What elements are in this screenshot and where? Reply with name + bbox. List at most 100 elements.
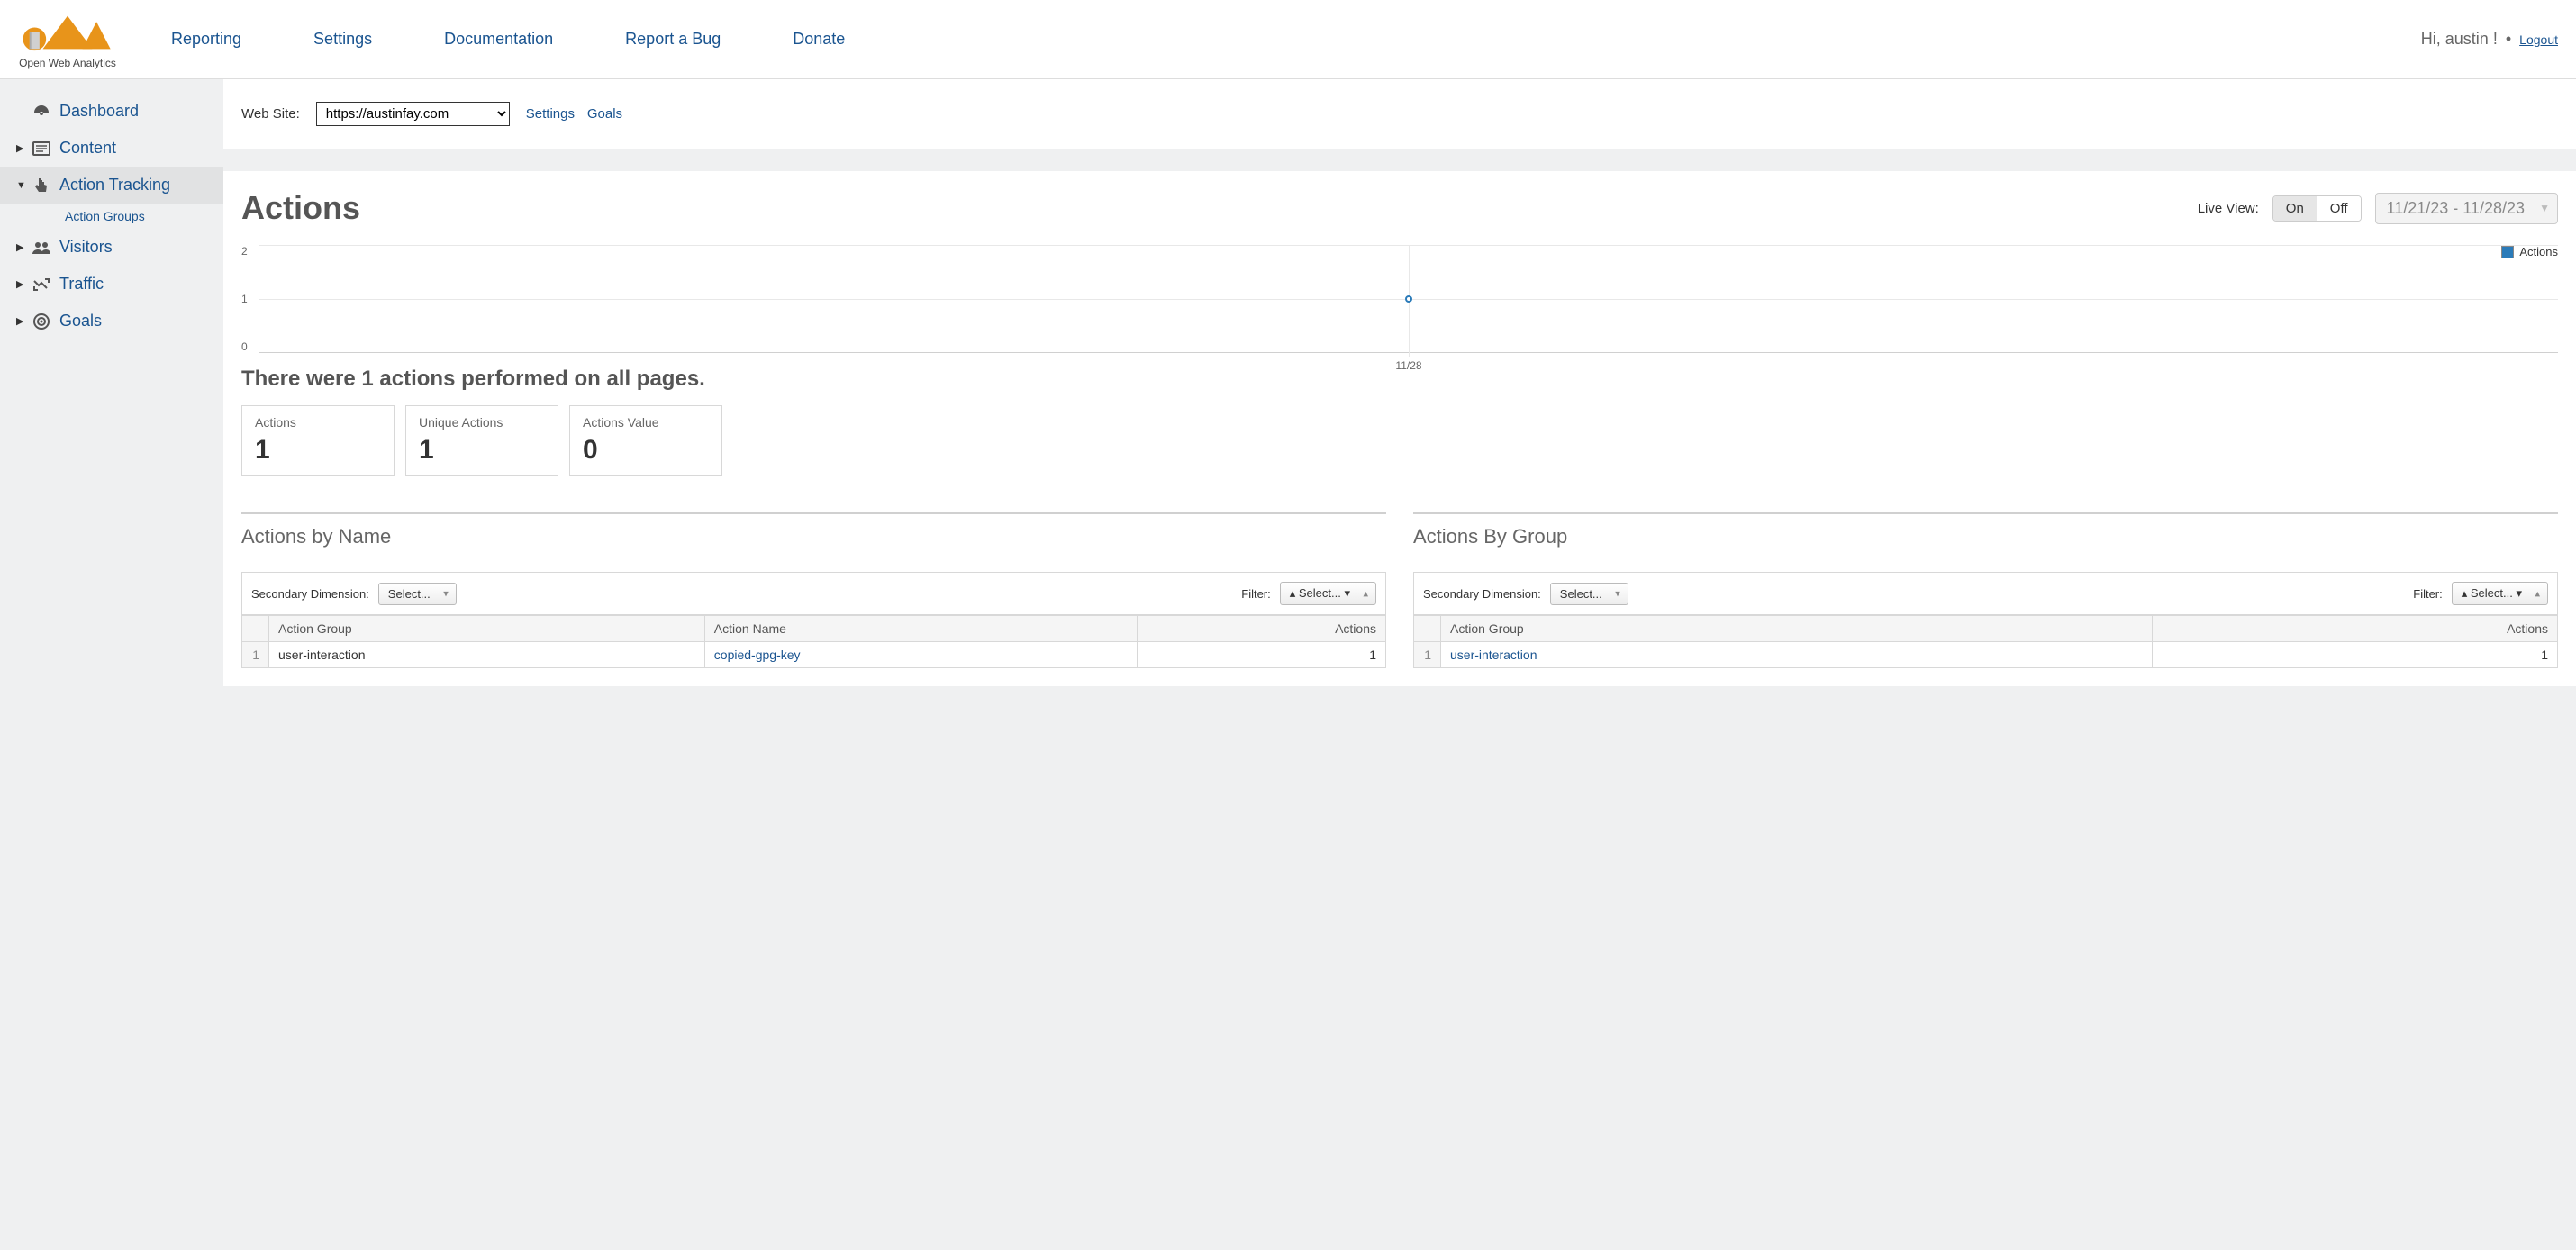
nav-documentation[interactable]: Documentation (444, 30, 553, 49)
y-tick: 0 (241, 340, 248, 353)
date-range-text: 11/21/23 - 11/28/23 (2387, 199, 2525, 217)
live-view-toggle[interactable]: On Off (2272, 195, 2362, 222)
website-select[interactable]: https://austinfay.com (316, 102, 510, 126)
dim-label: Secondary Dimension: (1423, 587, 1541, 601)
actions-by-group-col: Actions By Group Secondary Dimension: Se… (1413, 512, 2558, 668)
action-name-link[interactable]: copied-gpg-key (714, 648, 801, 662)
data-point (1405, 295, 1412, 303)
logo[interactable]: Open Web Analytics (18, 10, 117, 69)
caret-right-icon: ▶ (16, 241, 27, 253)
title-controls: Live View: On Off 11/21/23 - 11/28/23 ▼ (2198, 193, 2558, 224)
logout-link[interactable]: Logout (2519, 32, 2558, 47)
content-icon (31, 140, 52, 158)
chevron-down-icon: ▼ (2539, 202, 2550, 214)
row-actions: 1 (2153, 642, 2558, 668)
filter-label: Filter: (1241, 587, 1271, 601)
dashboard-icon (31, 103, 52, 121)
filter-select[interactable]: ▴ Select... ▾ (1280, 582, 1376, 605)
table-row: 1 user-interaction 1 (1414, 642, 2558, 668)
stat-label: Unique Actions (419, 415, 545, 430)
actions-by-group-table: Action Group Actions 1 user-interaction … (1413, 615, 2558, 668)
date-range-picker[interactable]: 11/21/23 - 11/28/23 ▼ (2375, 193, 2558, 224)
actions-chart: Actions 2 1 0 11/28 (241, 245, 2558, 353)
owa-logo-icon (18, 10, 117, 55)
user-greeting: Hi, austin ! (2421, 30, 2498, 48)
logo-text: Open Web Analytics (19, 57, 116, 69)
col-idx (1414, 616, 1441, 642)
action-groups-link[interactable]: Action Groups (65, 209, 145, 223)
top-nav: Reporting Settings Documentation Report … (171, 30, 2421, 49)
dim-label: Secondary Dimension: (251, 587, 369, 601)
sidebar-label: Traffic (59, 275, 104, 294)
stat-label: Actions Value (583, 415, 709, 430)
caret-right-icon: ▶ (16, 278, 27, 290)
sidebar-item-visitors[interactable]: ▶ Visitors (0, 229, 223, 266)
nav-report-bug[interactable]: Report a Bug (625, 30, 721, 49)
stat-value: 1 (419, 435, 545, 466)
separator: • (2506, 30, 2511, 48)
row-idx: 1 (1414, 642, 1441, 668)
site-goals-link[interactable]: Goals (587, 106, 622, 122)
live-off[interactable]: Off (2317, 196, 2361, 221)
stat-unique-actions: Unique Actions 1 (405, 405, 558, 476)
row-idx: 1 (242, 642, 269, 668)
caret-right-icon: ▶ (16, 142, 27, 154)
row-actions: 1 (1138, 642, 1386, 668)
col-title: Actions by Name (241, 512, 1386, 556)
nav-settings[interactable]: Settings (313, 30, 372, 49)
stat-row: Actions 1 Unique Actions 1 Actions Value… (241, 405, 2558, 476)
table-row: 1 user-interaction copied-gpg-key 1 (242, 642, 1386, 668)
live-on[interactable]: On (2273, 196, 2317, 221)
filter-label: Filter: (2413, 587, 2443, 601)
sidebar-item-goals[interactable]: ▶ Goals (0, 303, 223, 340)
col-actions: Actions (2153, 616, 2558, 642)
sidebar-subitem-action-groups[interactable]: Action Groups (0, 204, 223, 229)
filter-select[interactable]: ▴ Select... ▾ (2452, 582, 2548, 605)
site-settings-link[interactable]: Settings (526, 106, 575, 122)
sidebar-item-content[interactable]: ▶ Content (0, 130, 223, 167)
caret-down-icon: ▼ (16, 180, 27, 191)
sidebar-item-traffic[interactable]: ▶ Traffic (0, 266, 223, 303)
site-bar-links: Settings Goals (526, 106, 631, 122)
col-title: Actions By Group (1413, 512, 2558, 556)
nav-reporting[interactable]: Reporting (171, 30, 241, 49)
row-group: user-interaction (269, 642, 705, 668)
nav-donate[interactable]: Donate (793, 30, 845, 49)
content: Web Site: https://austinfay.com Settings… (223, 79, 2576, 1250)
site-bar: Web Site: https://austinfay.com Settings… (223, 79, 2576, 149)
sidebar-item-action-tracking[interactable]: ▼ Action Tracking (0, 167, 223, 204)
actions-by-name-table: Action Group Action Name Actions 1 user-… (241, 615, 1386, 668)
row-group: user-interaction (1441, 642, 2153, 668)
goals-icon (31, 312, 52, 331)
by-group-controls: Secondary Dimension: Select... Filter: ▴… (1413, 572, 2558, 615)
col-action-group: Action Group (269, 616, 705, 642)
actions-by-name-col: Actions by Name Secondary Dimension: Sel… (241, 512, 1386, 668)
visitors-icon (31, 239, 52, 257)
sidebar-label: Dashboard (59, 102, 139, 121)
stat-actions: Actions 1 (241, 405, 395, 476)
page-title: Actions (241, 189, 360, 227)
live-view-label: Live View: (2198, 201, 2259, 216)
stat-actions-value: Actions Value 0 (569, 405, 722, 476)
x-tick: 11/28 (1395, 359, 1421, 372)
pointer-icon (31, 177, 52, 195)
sidebar-label: Visitors (59, 238, 113, 257)
chart-plot-area: 11/28 (259, 245, 2558, 353)
panel: Actions Live View: On Off 11/21/23 - 11/… (223, 171, 2576, 686)
sidebar-label: Action Tracking (59, 176, 170, 195)
sidebar-item-dashboard[interactable]: Dashboard (0, 93, 223, 130)
dimension-select[interactable]: Select... (1550, 583, 1628, 605)
sidebar-label: Content (59, 139, 116, 158)
by-name-controls: Secondary Dimension: Select... Filter: ▴… (241, 572, 1386, 615)
caret-right-icon: ▶ (16, 315, 27, 327)
traffic-icon (31, 276, 52, 294)
col-idx (242, 616, 269, 642)
main: Dashboard ▶ Content ▼ Action Tracking Ac… (0, 79, 2576, 1250)
action-group-link[interactable]: user-interaction (1450, 648, 1537, 662)
col-actions: Actions (1138, 616, 1386, 642)
stat-value: 1 (255, 435, 381, 466)
stat-label: Actions (255, 415, 381, 430)
col-action-group: Action Group (1441, 616, 2153, 642)
dimension-select[interactable]: Select... (378, 583, 457, 605)
y-axis: 2 1 0 (241, 245, 248, 353)
